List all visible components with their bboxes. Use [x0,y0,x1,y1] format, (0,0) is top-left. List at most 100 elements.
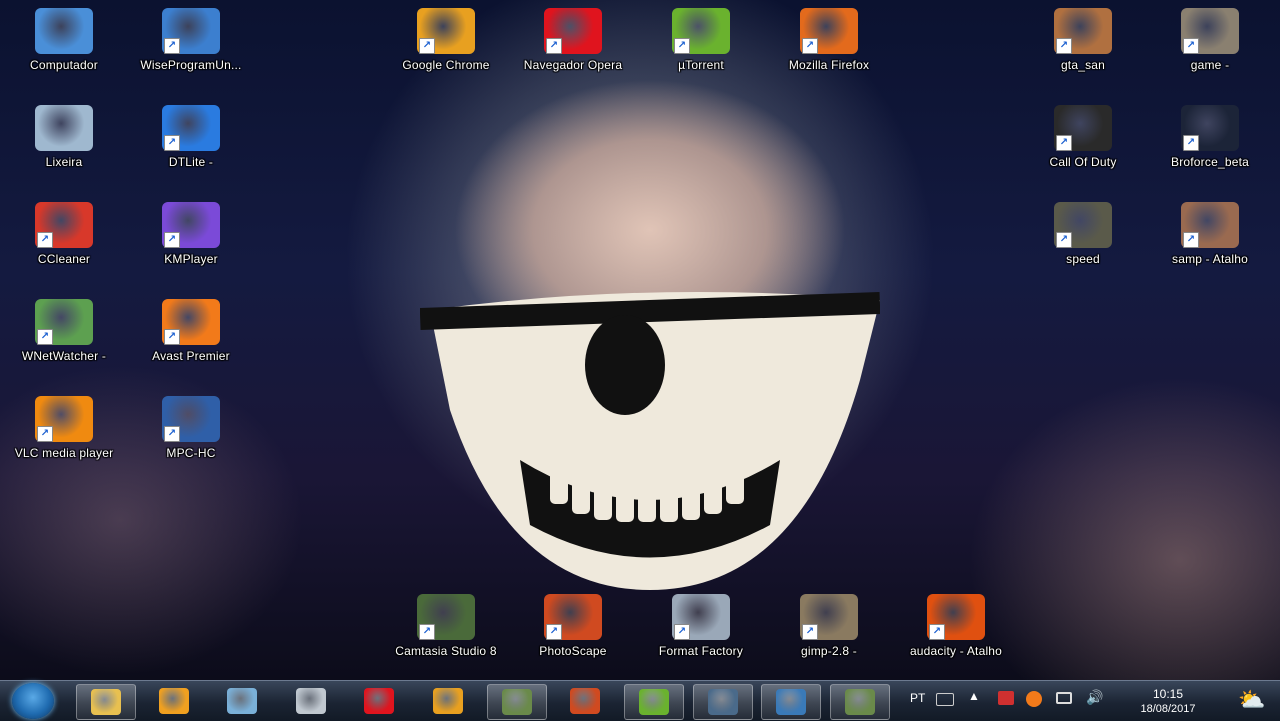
desktop-icon-label: CCleaner [37,252,91,266]
broforce-icon: ↗ [1181,105,1239,151]
action-center-icon[interactable] [998,691,1014,705]
camtasia-recorder-icon [844,689,875,715]
volume-icon[interactable]: 🔊 [1086,689,1103,706]
show-hidden-icons-icon[interactable]: ▲ [968,689,980,703]
shortcut-arrow-icon: ↗ [674,624,690,640]
opera-icon [364,688,394,714]
desktop-icon-ccleaner[interactable]: ↗ CCleaner [4,202,124,266]
shortcut-arrow-icon: ↗ [802,38,818,54]
taskbar-button-media-player[interactable] [145,684,203,718]
ccleaner-icon: ↗ [35,202,93,248]
desktop-icon-gimp-2-8[interactable]: ↗ gimp-2.8 - [769,594,889,658]
taskbar-button-image-viewer[interactable] [761,684,821,720]
desktop-icon-google-chrome[interactable]: ↗ Google Chrome [386,8,506,72]
desktop-icon-label: audacity - Atalho [909,644,1003,658]
taskbar-button-camtasia[interactable] [487,684,547,720]
desktop-icon-label: gimp-2.8 - [800,644,858,658]
nfs-icon: ↗ [1054,202,1112,248]
shortcut-arrow-icon: ↗ [546,38,562,54]
wise-uninstaller-icon: ↗ [162,8,220,54]
windows-explorer-icon [91,689,121,715]
desktop-icon-computador[interactable]: Computador [4,8,124,72]
scanner-icon [295,688,326,714]
desktop-icon-label: Mozilla Firefox [788,58,870,72]
taskbar-button-camtasia-recorder[interactable] [829,684,890,720]
desktop-icon-label: DTLite - [168,155,214,169]
desktop-icon-game[interactable]: ↗ game - [1150,8,1270,72]
taskbar-button-chrome[interactable] [419,684,477,718]
samp-icon: ↗ [1181,202,1239,248]
shortcut-arrow-icon: ↗ [674,38,690,54]
desktop-icon-kmplayer[interactable]: ↗ KMPlayer [131,202,251,266]
desktop-icon-avast-premier[interactable]: ↗ Avast Premier [131,299,251,363]
shortcut-arrow-icon: ↗ [546,624,562,640]
monitor-icon [35,8,93,54]
utorrent-icon [639,689,669,715]
taskbar-button-scanner[interactable] [282,684,340,718]
media-player-icon [158,688,189,714]
clock-time[interactable]: 10:15 [1143,687,1193,701]
taskbar-button-utorrent[interactable] [624,684,684,720]
start-button[interactable] [12,683,54,719]
desktop-icon-label: Computador [29,58,99,72]
desktop-icon-label: Google Chrome [402,58,490,72]
opera-icon: ↗ [544,8,602,54]
desktop-icon-speed[interactable]: ↗ speed [1023,202,1143,266]
shortcut-arrow-icon: ↗ [1056,232,1072,248]
desktop-icon-label: PhotoScape [539,644,607,658]
network-icon[interactable] [1056,692,1072,704]
desktop-icon-mpc-hc[interactable]: ↗ MPC-HC [131,396,251,460]
desktop-icon-wiseprogramun[interactable]: ↗ WiseProgramUn... [131,8,251,72]
desktop-icon-call-of-duty[interactable]: ↗ Call Of Duty [1023,105,1143,169]
clock-date[interactable]: 18/08/2017 [1130,703,1206,715]
star-icon: ↗ [1054,105,1112,151]
shortcut-arrow-icon: ↗ [164,38,180,54]
desktop-icon-label: Call Of Duty [1049,155,1117,169]
weather-icon[interactable]: ⛅ [1238,687,1265,713]
desktop-icon-mozilla-firefox[interactable]: ↗ Mozilla Firefox [769,8,889,72]
shortcut-arrow-icon: ↗ [164,232,180,248]
desktop-icon-format-factory[interactable]: ↗ Format Factory [641,594,761,658]
desktop-icon-samp-atalho[interactable]: ↗ samp - Atalho [1150,202,1270,266]
system-tray: PT ▲ 🔊 10:15 18/08/2017 ⛅ [900,681,1280,721]
desktop-icon-lixeira[interactable]: Lixeira [4,105,124,169]
keyboard-icon[interactable] [936,693,954,706]
desktop-icon-label: Lixeira [45,155,83,169]
desktop-icon-navegador-opera[interactable]: ↗ Navegador Opera [513,8,633,72]
taskbar-button-notepad[interactable] [213,684,271,718]
desktop-icon-dtlite[interactable]: ↗ DTLite - [131,105,251,169]
photoscape-icon: ↗ [544,594,602,640]
shortcut-arrow-icon: ↗ [1183,232,1199,248]
desktop-icon-camtasia-studio-8[interactable]: ↗ Camtasia Studio 8 [386,594,506,658]
desktop-icon-label: MPC-HC [166,446,216,460]
language-indicator[interactable]: PT [910,691,925,705]
taskbar-button-photoscape[interactable] [556,684,614,718]
desktop-icon-label: VLC media player [14,446,114,460]
shortcut-arrow-icon: ↗ [164,135,180,151]
shortcut-arrow-icon: ↗ [37,232,53,248]
camtasia-icon: ↗ [417,594,475,640]
shortcut-arrow-icon: ↗ [37,329,53,345]
audacity-icon: ↗ [927,594,985,640]
desktop-icon-label: Camtasia Studio 8 [395,644,497,658]
terminal-icon [707,689,738,715]
desktop-icon-label: Format Factory [658,644,744,658]
desktop-icon-vlc-media-player[interactable]: ↗ VLC media player [4,396,124,460]
shortcut-arrow-icon: ↗ [1183,135,1199,151]
desktop-icon-broforce-beta[interactable]: ↗ Broforce_beta [1150,105,1270,169]
vlc-cone-icon: ↗ [35,396,93,442]
avast-tray-icon[interactable] [1026,691,1042,707]
desktop-icon-label: speed [1066,252,1100,266]
desktop-icon-gta-san[interactable]: ↗ gta_san [1023,8,1143,72]
taskbar-button-windows-explorer[interactable] [76,684,136,720]
shortcut-arrow-icon: ↗ [419,38,435,54]
desktop-icon-label: Broforce_beta [1171,155,1249,169]
desktop-icon-audacity-atalho[interactable]: ↗ audacity - Atalho [896,594,1016,658]
taskbar-button-opera[interactable] [350,684,408,718]
shortcut-arrow-icon: ↗ [37,426,53,442]
taskbar-button-terminal[interactable] [692,684,753,720]
mpc-hc-icon: ↗ [162,396,220,442]
desktop-icon-photoscape[interactable]: ↗ PhotoScape [513,594,633,658]
desktop-icon--torrent[interactable]: ↗ µTorrent [641,8,761,72]
desktop-icon-wnetwatcher[interactable]: ↗ WNetWatcher - [4,299,124,363]
